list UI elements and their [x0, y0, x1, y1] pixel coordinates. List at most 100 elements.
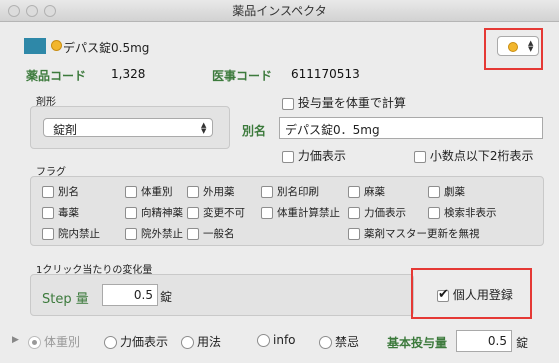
change-box: Step 量 0.5 錠 — [30, 274, 414, 316]
dosage-form-value: 錠剤 — [53, 123, 78, 137]
checkbox-box[interactable] — [187, 228, 199, 240]
flag-label: 変更不可 — [203, 207, 245, 219]
checkbox-box[interactable] — [125, 207, 137, 219]
radio-button[interactable] — [28, 336, 41, 349]
medical-code-value: 611170513 — [291, 67, 360, 81]
checkbox-box[interactable] — [261, 186, 273, 198]
personal-label: 個人用登録 — [452, 288, 513, 302]
chevron-updown-icon: ▲ ▼ — [528, 39, 534, 53]
radio-button[interactable] — [319, 336, 332, 349]
checkbox-box[interactable] — [261, 207, 273, 219]
dosage-form-select[interactable]: 錠剤 ▲ ▼ — [43, 118, 213, 137]
flag-item[interactable]: 別名 — [42, 184, 79, 199]
checkbox-box[interactable] — [414, 150, 426, 163]
drug-code-label: 薬品コード — [26, 69, 87, 83]
step-value: 0.5 — [133, 288, 153, 302]
flag-item[interactable]: 別名印刷 — [261, 184, 319, 199]
color-selector-popup[interactable]: ▲ ▼ — [497, 36, 539, 56]
flag-label: 向精神薬 — [141, 207, 183, 219]
flag-label: 院外禁止 — [141, 228, 183, 240]
personal-checkbox[interactable]: ✔ 個人用登録 — [437, 286, 513, 303]
alias-input[interactable]: デパス錠0．5mg — [279, 117, 543, 139]
flag-item[interactable]: 薬剤マスター更新を無視 — [348, 226, 480, 241]
flag-label: 体重別 — [141, 186, 173, 198]
checkbox-box[interactable] — [348, 207, 360, 219]
weight-dose-checkbox[interactable]: 投与量を体重で計算 — [282, 94, 406, 111]
checkbox-box[interactable] — [187, 207, 199, 219]
close-window-button[interactable] — [8, 5, 20, 17]
weight-dose-label: 投与量を体重で計算 — [297, 96, 406, 110]
zoom-window-button[interactable] — [44, 5, 56, 17]
checkbox-box[interactable]: ✔ — [437, 286, 449, 302]
drug-name: デパス錠0.5mg — [63, 41, 150, 55]
status-dot-icon — [51, 40, 62, 51]
color-swatch[interactable] — [24, 38, 46, 54]
flag-label: 劇薬 — [444, 186, 465, 198]
flag-label: 体重計算禁止 — [277, 207, 340, 219]
option-label: 体重別 — [44, 335, 81, 349]
minimize-window-button[interactable] — [26, 5, 38, 17]
flag-item[interactable]: 体重計算禁止 — [261, 205, 340, 220]
flag-item[interactable]: 検索非表示 — [428, 205, 497, 220]
base-dose-unit: 錠 — [516, 336, 529, 350]
base-dose-value: 0.5 — [487, 334, 507, 348]
dosage-form-box: 錠剤 ▲ ▼ — [30, 106, 230, 149]
alias-label: 別名 — [242, 124, 267, 138]
checkbox-box[interactable] — [428, 207, 440, 219]
option-usage[interactable]: 用法 — [181, 333, 221, 350]
checkbox-box[interactable] — [125, 228, 137, 240]
radio-button[interactable] — [181, 336, 194, 349]
base-dose-label: 基本投与量 — [387, 336, 448, 350]
flag-item[interactable]: 院内禁止 — [42, 226, 100, 241]
flag-item[interactable]: 一般名 — [187, 226, 235, 241]
checkbox-box[interactable] — [282, 150, 294, 163]
disclosure-triangle-icon[interactable]: ▶ — [12, 335, 19, 345]
chevron-updown-icon: ▲ ▼ — [201, 121, 207, 135]
drug-code-value: 1,328 — [111, 67, 146, 81]
flag-item[interactable]: 体重別 — [125, 184, 173, 199]
flags-box: 別名 体重別 外用薬 別名印刷 麻薬 劇薬 毒薬 向精神薬 変更不可 体重計算禁… — [30, 176, 544, 246]
checkbox-box[interactable] — [282, 97, 294, 110]
flag-label: 力価表示 — [364, 207, 406, 219]
checkbox-box[interactable] — [348, 228, 360, 240]
checkbox-box[interactable] — [125, 186, 137, 198]
flag-item[interactable]: 院外禁止 — [125, 226, 183, 241]
flag-label: 一般名 — [203, 228, 235, 240]
flag-item[interactable]: 外用薬 — [187, 184, 235, 199]
option-potency[interactable]: 力価表示 — [104, 333, 168, 350]
option-contraindication[interactable]: 禁忌 — [319, 333, 359, 350]
option-label: 力価表示 — [120, 335, 169, 349]
flag-item[interactable]: 麻薬 — [348, 184, 385, 199]
color-dot-icon — [508, 42, 518, 52]
checkbox-box[interactable] — [348, 186, 360, 198]
checkbox-box[interactable] — [428, 186, 440, 198]
checkbox-box[interactable] — [42, 228, 54, 240]
option-weight[interactable]: 体重別 — [28, 333, 80, 350]
flag-item[interactable]: 劇薬 — [428, 184, 465, 199]
window-title: 薬品インスペクタ — [232, 4, 327, 18]
flag-label: 毒薬 — [58, 207, 79, 219]
flag-label: 別名 — [58, 186, 79, 198]
flag-item[interactable]: 向精神薬 — [125, 205, 183, 220]
option-info[interactable]: info — [257, 333, 296, 347]
checkbox-box[interactable] — [42, 186, 54, 198]
option-label: 用法 — [197, 335, 222, 349]
flag-label: 検索非表示 — [444, 207, 497, 219]
radio-button[interactable] — [104, 336, 117, 349]
base-dose-input[interactable]: 0.5 — [456, 330, 512, 352]
radio-button[interactable] — [257, 334, 270, 347]
checkbox-box[interactable] — [187, 186, 199, 198]
checkmark-icon: ✔ — [438, 286, 449, 302]
checkbox-box[interactable] — [42, 207, 54, 219]
step-input[interactable]: 0.5 — [102, 284, 158, 306]
flag-item[interactable]: 変更不可 — [187, 205, 245, 220]
flag-label: 薬剤マスター更新を無視 — [364, 228, 480, 240]
flag-label: 外用薬 — [203, 186, 235, 198]
decimal-checkbox[interactable]: 小数点以下2桁表示 — [414, 147, 533, 164]
alias-value: デパス錠0．5mg — [285, 123, 380, 137]
medical-code-label: 医事コード — [212, 69, 273, 83]
potency-checkbox[interactable]: 力価表示 — [282, 147, 346, 164]
flag-item[interactable]: 毒薬 — [42, 205, 79, 220]
step-unit: 錠 — [160, 290, 173, 304]
flag-item[interactable]: 力価表示 — [348, 205, 406, 220]
